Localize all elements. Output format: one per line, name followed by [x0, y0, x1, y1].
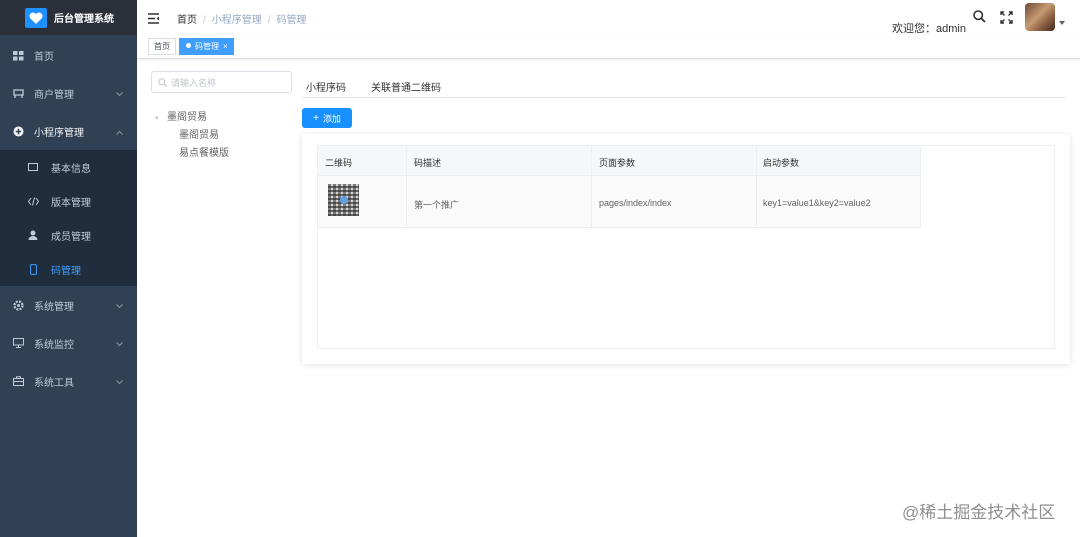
sidebar: 后台管理系统 首页 商户管理 小程序管理 基本信息 版本管理 成员管理 码管理 …	[0, 0, 137, 537]
tags-view: 首页 码管理 ×	[137, 35, 1080, 59]
tag-home[interactable]: 首页	[148, 38, 176, 55]
hamburger-icon[interactable]	[148, 11, 160, 29]
tag-active-label: 码管理	[195, 42, 219, 51]
column-header-page: 页面参数	[599, 158, 636, 168]
shop-icon	[12, 87, 24, 99]
tree-node[interactable]: 易点餐模版	[155, 145, 229, 163]
column-divider	[406, 146, 407, 228]
user-icon	[27, 229, 39, 241]
tree-search-input[interactable]: 请输入名称	[151, 71, 292, 93]
cell-desc: 第一个推广	[414, 200, 460, 210]
column-header-qr: 二维码	[325, 158, 353, 168]
search-placeholder: 请输入名称	[171, 77, 217, 88]
dashboard-icon	[12, 49, 24, 61]
sidebar-item-merchant[interactable]: 商户管理	[0, 74, 137, 112]
navbar: 首页 / 小程序管理 / 码管理 欢迎您：admin	[137, 0, 1080, 35]
cell-params: key1=value1&key2=value2	[763, 198, 871, 208]
table-row[interactable]: 第一个推广 pages/index/index key1=value1&key2…	[318, 176, 920, 228]
sidebar-item-label: 码管理	[51, 265, 81, 277]
sidebar-item-label: 成员管理	[51, 231, 91, 243]
sidebar-item-label: 基本信息	[51, 163, 91, 175]
chevron-down-icon	[116, 339, 123, 350]
app-title: 后台管理系统	[54, 14, 114, 25]
org-tree: ▾ 墨阁贸易 墨阁贸易 易点餐模版	[155, 109, 229, 163]
sidebar-item-label: 版本管理	[51, 197, 91, 209]
code-table: 二维码 码描述 页面参数 启动参数 第一个推广 pages/index/inde…	[317, 145, 1055, 349]
watermark: @稀土掘金技术社区	[902, 503, 1056, 522]
fullscreen-icon[interactable]	[1000, 11, 1013, 29]
search-icon	[158, 77, 167, 87]
monitor-icon	[12, 337, 24, 349]
search-icon[interactable]	[973, 10, 986, 28]
caret-down-icon: ▾	[155, 115, 159, 122]
plus-circle-icon	[12, 125, 24, 137]
code-tabs: 小程序码 关联普通二维码	[302, 76, 1066, 98]
add-button-label: 添加	[322, 113, 341, 124]
column-header-params: 启动参数	[763, 158, 800, 168]
sidebar-item-monitor[interactable]: 系统监控	[0, 324, 137, 362]
chevron-down-icon	[116, 301, 123, 312]
table-header: 二维码 码描述 页面参数 启动参数	[318, 146, 920, 176]
sidebar-item-miniprogram[interactable]: 小程序管理	[0, 112, 137, 150]
avatar[interactable]	[1025, 3, 1055, 31]
column-divider	[591, 146, 592, 228]
card-icon	[27, 161, 39, 173]
active-dot-icon	[186, 43, 191, 48]
heart-logo-icon	[25, 7, 47, 28]
caret-down-icon[interactable]	[1059, 21, 1065, 25]
app-logo[interactable]: 后台管理系统	[0, 0, 137, 35]
tag-active[interactable]: 码管理 ×	[179, 38, 234, 55]
phone-icon	[27, 263, 39, 275]
chevron-up-icon	[116, 127, 123, 138]
sidebar-item-label: 商户管理	[34, 89, 74, 101]
plus-icon: +	[313, 112, 319, 124]
sidebar-item-home[interactable]: 首页	[0, 36, 137, 74]
sidebar-item-version[interactable]: 版本管理	[0, 184, 137, 218]
column-divider	[756, 146, 757, 228]
tab-qrcode[interactable]: 关联普通二维码	[371, 79, 441, 94]
sidebar-item-label: 系统管理	[34, 301, 74, 313]
add-button[interactable]: + 添加	[302, 108, 352, 128]
sidebar-item-code[interactable]: 码管理	[0, 252, 137, 286]
tree-node-label: 墨阁贸易	[179, 130, 219, 141]
tree-node-root[interactable]: ▾ 墨阁贸易	[155, 109, 229, 127]
tree-node-label: 易点餐模版	[179, 148, 229, 159]
qr-code-thumbnail[interactable]	[328, 184, 359, 216]
breadcrumb-current: 码管理	[276, 15, 307, 26]
column-header-desc: 码描述	[414, 158, 442, 168]
tree-node-label: 墨阁贸易	[167, 112, 207, 123]
tab-miniprogram-code[interactable]: 小程序码	[306, 79, 346, 94]
close-icon[interactable]: ×	[223, 42, 228, 51]
sidebar-item-label: 首页	[34, 51, 54, 63]
table-card: 二维码 码描述 页面参数 启动参数 第一个推广 pages/index/inde…	[302, 134, 1070, 364]
sidebar-item-tools[interactable]: 系统工具	[0, 362, 137, 400]
chevron-down-icon	[116, 89, 123, 100]
breadcrumb-miniprogram[interactable]: 小程序管理	[212, 15, 262, 26]
chevron-down-icon	[116, 377, 123, 388]
column-divider	[920, 146, 921, 228]
toolbox-icon	[12, 375, 24, 387]
submenu-miniprogram: 基本信息 版本管理 成员管理 码管理	[0, 150, 137, 286]
sidebar-item-label: 系统监控	[34, 339, 74, 351]
sidebar-item-label: 小程序管理	[34, 127, 84, 139]
sidebar-item-label: 系统工具	[34, 377, 74, 389]
sidebar-item-members[interactable]: 成员管理	[0, 218, 137, 252]
gear-icon	[12, 299, 24, 311]
tree-node[interactable]: 墨阁贸易	[155, 127, 229, 145]
cell-page: pages/index/index	[599, 198, 672, 208]
breadcrumb-home[interactable]: 首页	[177, 15, 197, 26]
welcome-text: 欢迎您：admin	[892, 23, 966, 35]
breadcrumb: 首页 / 小程序管理 / 码管理	[177, 15, 307, 26]
sidebar-item-basic-info[interactable]: 基本信息	[0, 150, 137, 184]
code-icon	[27, 195, 39, 207]
sidebar-item-system[interactable]: 系统管理	[0, 286, 137, 324]
